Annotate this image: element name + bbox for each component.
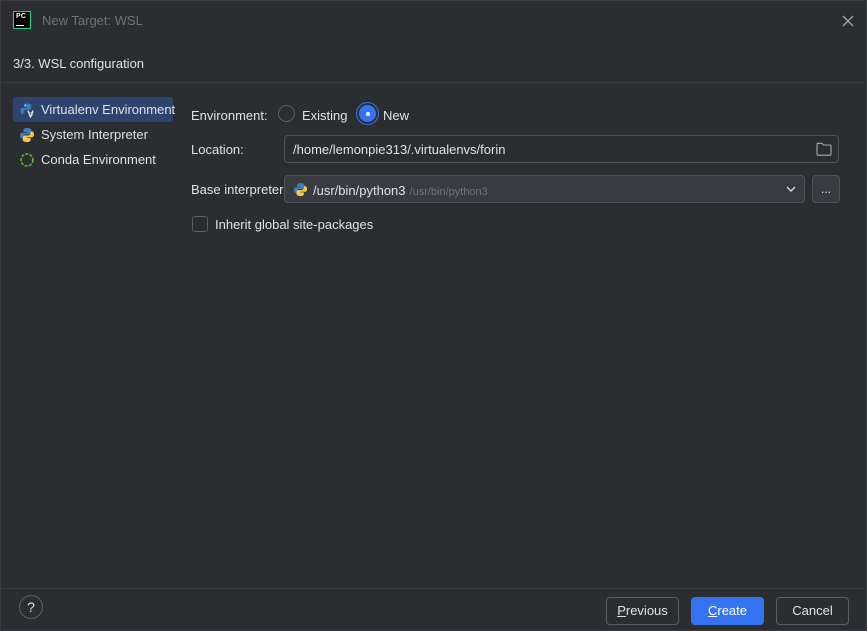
location-field[interactable]: /home/lemonpie313/.virtualenvs/forin (284, 135, 839, 163)
virtualenv-icon (19, 102, 35, 119)
sidebar-item-label: System Interpreter (41, 127, 148, 142)
new-radio[interactable] (359, 105, 376, 122)
close-button[interactable] (836, 9, 860, 33)
window-title: New Target: WSL (42, 13, 143, 28)
sidebar-item-label: Virtualenv Environment (41, 102, 176, 117)
sidebar-item-system-interpreter[interactable]: System Interpreter (13, 122, 173, 147)
create-button[interactable]: Create (691, 597, 764, 625)
dialog-window: PC New Target: WSL 3/3. WSL configuratio… (0, 0, 867, 631)
cancel-button[interactable]: Cancel (776, 597, 849, 625)
previous-mnemonic: P (617, 603, 626, 618)
inherit-site-packages-checkbox[interactable] (192, 216, 208, 232)
title-bar[interactable]: PC New Target: WSL (1, 1, 866, 41)
pycharm-logo-icon: PC (13, 11, 31, 29)
browse-interpreter-button[interactable]: ... (812, 175, 840, 203)
help-button[interactable]: ? (19, 595, 43, 619)
step-header: 3/3. WSL configuration (1, 41, 866, 83)
location-value: /home/lemonpie313/.virtualenvs/forin (293, 142, 506, 157)
previous-label: revious (625, 603, 668, 618)
existing-radio[interactable] (278, 105, 295, 122)
environment-type-list: Virtualenv Environment System Interprete… (13, 97, 176, 172)
base-interpreter-path-hint: /usr/bin/python3 (409, 186, 488, 198)
base-interpreter-value: /usr/bin/python3/usr/bin/python3 (313, 183, 488, 198)
environment-label: Environment: (191, 108, 268, 123)
conda-icon (19, 152, 35, 168)
python-icon (293, 182, 308, 197)
existing-radio-label[interactable]: Existing (302, 108, 348, 123)
sidebar-item-label: Conda Environment (41, 152, 156, 167)
folder-icon[interactable] (816, 142, 832, 156)
location-label: Location: (191, 142, 244, 157)
close-icon (842, 15, 854, 27)
new-radio-label[interactable]: New (383, 108, 409, 123)
create-mnemonic: C (707, 603, 718, 618)
sidebar-item-conda[interactable]: Conda Environment (13, 147, 173, 172)
base-interpreter-combo[interactable]: /usr/bin/python3/usr/bin/python3 (284, 175, 805, 203)
inherit-site-packages-label[interactable]: Inherit global site-packages (215, 217, 373, 232)
create-label: reate (717, 603, 748, 618)
base-interpreter-label: Base interpreter: (191, 182, 288, 197)
sidebar-item-virtualenv[interactable]: Virtualenv Environment (13, 97, 176, 122)
step-title: 3/3. WSL configuration (13, 56, 145, 71)
python-icon (19, 127, 35, 143)
previous-button[interactable]: Previous (606, 597, 679, 625)
chevron-down-icon (786, 186, 796, 192)
base-interpreter-text: /usr/bin/python3 (313, 183, 406, 198)
